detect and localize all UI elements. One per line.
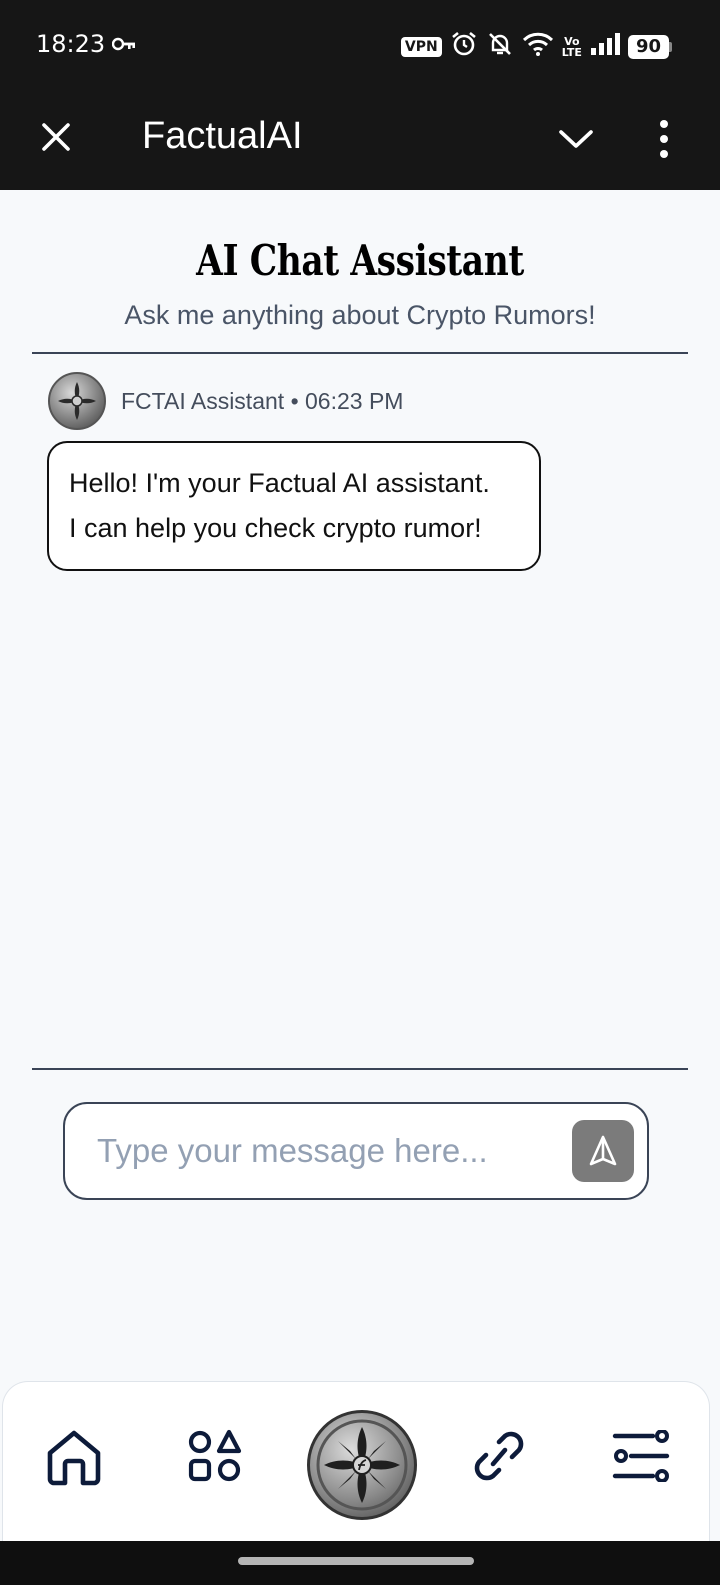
battery-icon: 90 [627, 34, 672, 59]
apps-icon[interactable] [187, 1428, 243, 1489]
message-separator: • [290, 387, 299, 414]
volte-bottom: LTE [561, 45, 582, 59]
message-header: FCTAI Assistant • 06:23 PM [121, 388, 403, 415]
composer-divider [32, 1068, 688, 1070]
bottom-nav [2, 1381, 710, 1542]
gesture-handle[interactable] [238, 1557, 474, 1565]
app-title: FactualAI [142, 115, 303, 157]
message-time: 06:23 PM [305, 387, 404, 414]
filters-icon[interactable] [611, 1429, 671, 1487]
message-meta: FCTAI Assistant • 06:23 PM [48, 372, 403, 430]
message-input[interactable] [95, 1126, 559, 1176]
volte-indicator: Vo LTE [562, 36, 582, 58]
logo-emblem-button[interactable] [307, 1410, 417, 1520]
close-icon[interactable] [36, 117, 76, 157]
header-divider [32, 352, 688, 354]
assistant-message-bubble: Hello! I'm your Factual AI assistant. I … [47, 441, 541, 571]
page-subtitle: Ask me anything about Crypto Rumors! [124, 300, 596, 330]
system-gesture-bar [0, 1541, 720, 1585]
message-line-2: I can help you check crypto rumor! [69, 513, 482, 543]
message-composer [63, 1102, 649, 1200]
wifi-icon [522, 31, 554, 62]
alarm-icon [450, 30, 478, 63]
status-bar: 18:23 VPN Vo LTE 90 [0, 0, 720, 92]
battery-level: 90 [627, 34, 669, 59]
more-vert-icon[interactable] [652, 114, 692, 164]
send-button[interactable] [572, 1120, 634, 1182]
chevron-down-icon[interactable] [556, 120, 596, 160]
link-icon[interactable] [469, 1428, 529, 1489]
send-icon [589, 1135, 617, 1166]
vpn-key-icon [111, 36, 136, 57]
app-bar: FactualAI [0, 92, 720, 190]
home-icon[interactable] [43, 1426, 105, 1493]
message-sender: FCTAI Assistant [121, 387, 285, 414]
vpn-badge: VPN [400, 36, 442, 57]
page-title: AI Chat Assistant [196, 236, 524, 285]
status-time: 18:23 [36, 30, 106, 58]
message-line-1: Hello! I'm your Factual AI assistant. [69, 468, 490, 498]
logo-emblem-icon [316, 1419, 408, 1511]
status-icons: VPN Vo LTE 90 [400, 30, 672, 63]
bell-off-icon [486, 30, 514, 63]
assistant-avatar [48, 372, 106, 430]
signal-icon [590, 32, 620, 61]
